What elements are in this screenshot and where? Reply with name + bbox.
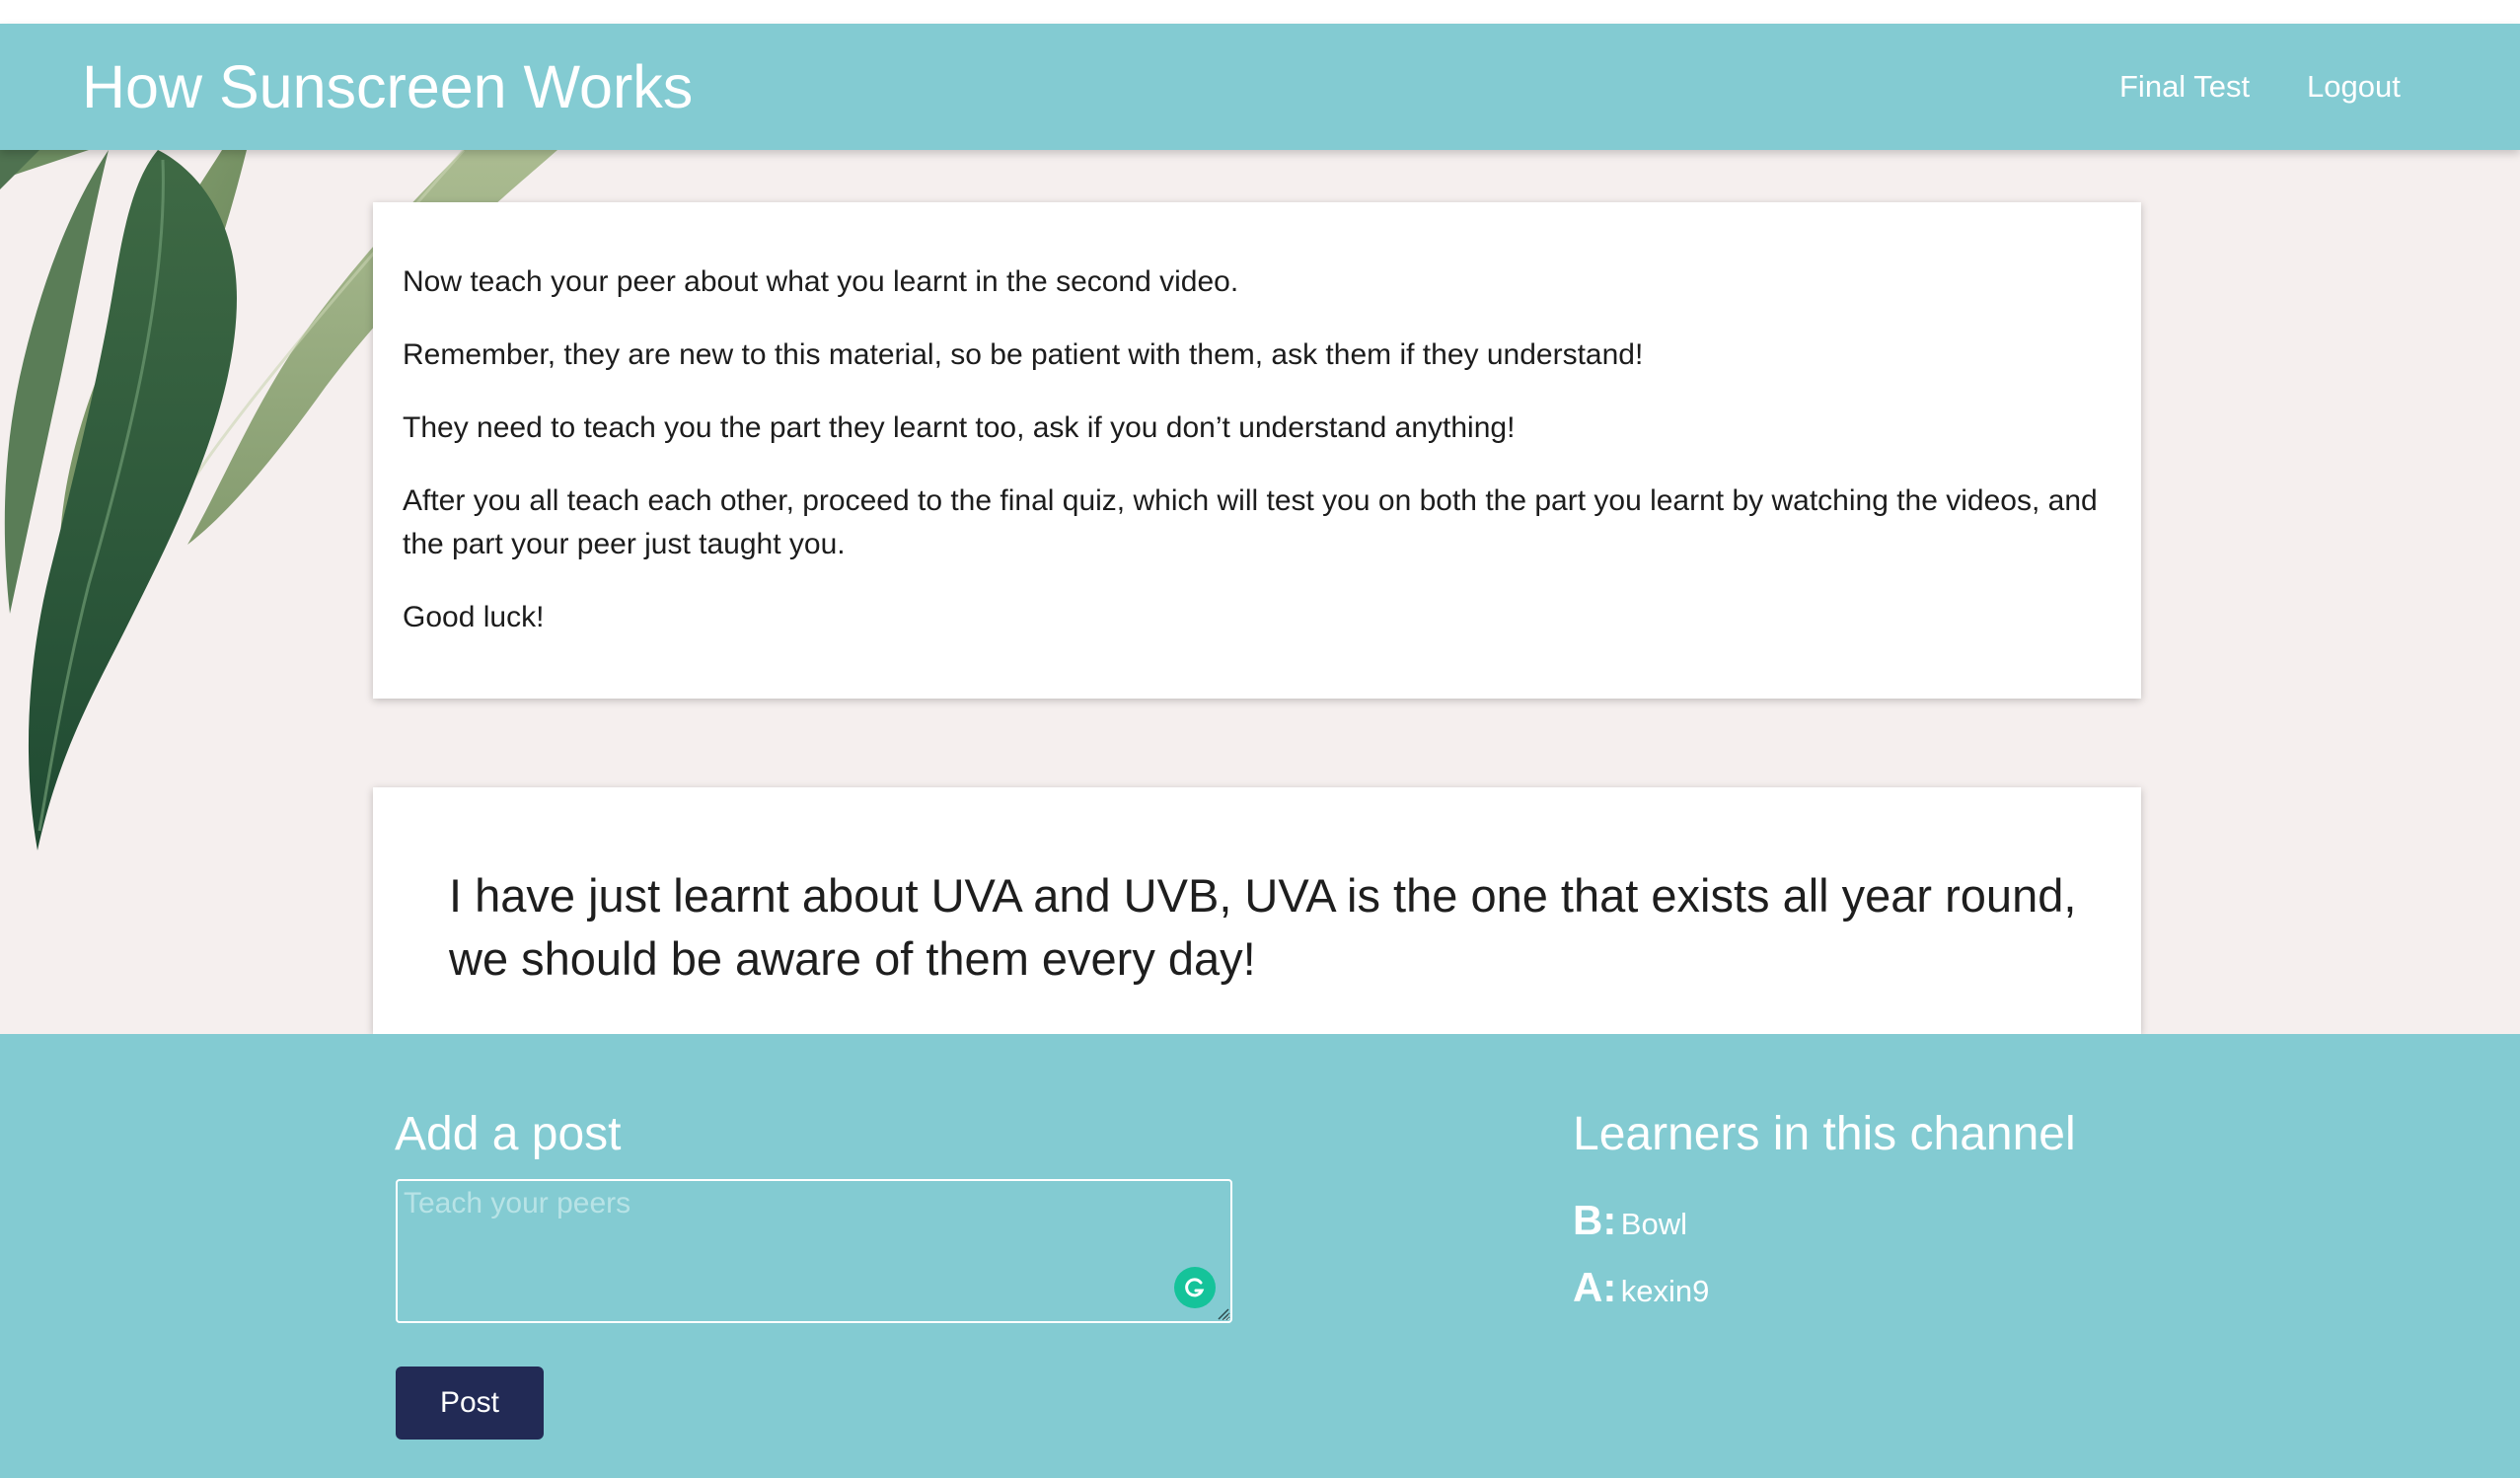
instructions-card: Now teach your peer about what you learn… [373, 202, 2141, 699]
nav-logout-link[interactable]: Logout [2307, 67, 2401, 107]
learners-title: Learners in this channel [1573, 1108, 2076, 1160]
post-card: I have just learnt about UVA and UVB, UV… [373, 787, 2141, 1034]
post-button[interactable]: Post [396, 1367, 544, 1440]
learner-name: Bowl [1620, 1207, 1687, 1241]
top-strip [0, 0, 2520, 24]
learner-role: B: [1573, 1197, 1617, 1243]
nav-final-test-link[interactable]: Final Test [2119, 67, 2250, 107]
post-textarea[interactable] [396, 1179, 1232, 1323]
instruction-paragraph: Good luck! [403, 601, 545, 633]
navbar: How Sunscreen Works Final Test Logout [0, 24, 2520, 150]
grammarly-icon[interactable] [1174, 1267, 1216, 1308]
add-post-title: Add a post [395, 1108, 622, 1160]
learner-role: A: [1573, 1264, 1617, 1310]
footer-panel: Add a post Post Learners in this channel… [0, 1034, 2520, 1478]
instruction-paragraph: They need to teach you the part they lea… [403, 411, 1516, 444]
site-title[interactable]: How Sunscreen Works [82, 47, 693, 126]
post-text: I have just learnt about UVA and UVB, UV… [449, 869, 2077, 985]
learner-item: B: Bowl [1573, 1197, 1687, 1244]
instruction-paragraph: After you all teach each other, proceed … [403, 484, 2098, 560]
learner-item: A: kexin9 [1573, 1264, 1709, 1311]
resize-grip-icon[interactable] [1216, 1306, 1229, 1320]
instruction-paragraph: Now teach your peer about what you learn… [403, 265, 1239, 298]
learner-name: kexin9 [1620, 1274, 1710, 1308]
instruction-paragraph: Remember, they are new to this material,… [403, 338, 1644, 371]
